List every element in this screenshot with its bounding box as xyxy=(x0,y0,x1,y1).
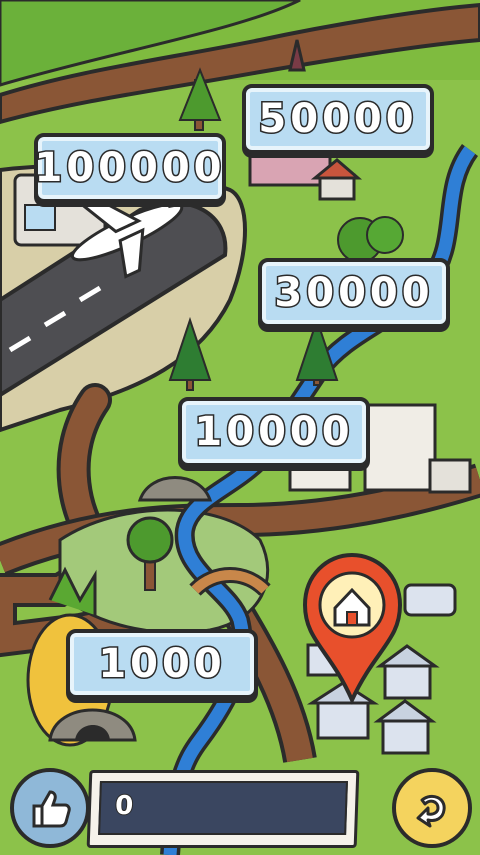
level-100000-button[interactable]: 100000 xyxy=(33,133,226,203)
score-panel: 0 xyxy=(86,770,360,848)
level-10000-button[interactable]: 10000 xyxy=(178,397,370,467)
level-1000-label: 1000 xyxy=(97,640,226,689)
level-30000-button[interactable]: 30000 xyxy=(258,258,450,328)
level-10000-label: 10000 xyxy=(193,408,354,457)
level-50000-button[interactable]: 50000 xyxy=(242,84,434,154)
score-field: 0 xyxy=(98,781,348,835)
score-value: 0 xyxy=(114,790,135,822)
level-30000-label: 30000 xyxy=(273,269,434,318)
like-button[interactable] xyxy=(10,768,90,848)
back-arrow-icon xyxy=(416,794,446,828)
level-100000-label: 100000 xyxy=(33,144,226,193)
back-button[interactable] xyxy=(392,768,472,848)
level-50000-label: 50000 xyxy=(257,95,418,144)
level-1000-button[interactable]: 1000 xyxy=(66,629,258,699)
thumbs-up-icon xyxy=(32,790,71,828)
